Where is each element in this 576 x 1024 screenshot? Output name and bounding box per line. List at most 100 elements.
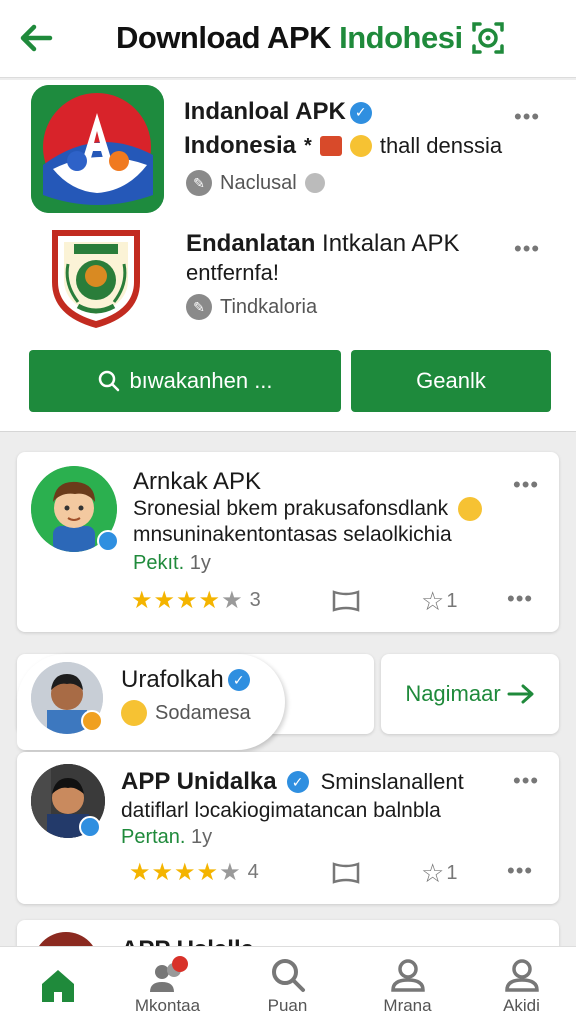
- gift-icon: [319, 136, 342, 156]
- verified-badge-icon: ✓: [227, 669, 250, 691]
- post-title-bold: APP Unidalka: [121, 768, 277, 795]
- pill-sub: Sodamesa: [121, 700, 251, 726]
- post-title: Arnkak APK: [133, 468, 262, 495]
- pencil-icon: ✎: [186, 294, 212, 320]
- settings-icon: [304, 173, 325, 193]
- search-button-label: bıwakanhen ...: [129, 368, 273, 393]
- pill-sub-text: Sodamesa: [155, 701, 251, 724]
- person-icon: [390, 959, 425, 992]
- post-time-ago: 1y: [191, 826, 213, 848]
- person-icon: [504, 959, 539, 992]
- pill-name-text: Urafolkah: [121, 666, 224, 693]
- badge-icon: [81, 710, 103, 732]
- pill-name: Urafolkah ✓: [121, 666, 250, 694]
- star-icon: ★: [198, 587, 221, 614]
- nav-mkontaa[interactable]: Mkontaa: [110, 947, 225, 1024]
- rating-count: 4: [247, 861, 259, 883]
- arrow-right-icon: [507, 684, 534, 704]
- star-outline-icon: ☆: [421, 586, 445, 616]
- app2-name-rest: Intkalan APK: [315, 230, 460, 257]
- navigate-label: Nagimaar: [405, 681, 501, 706]
- favorite-button[interactable]: ☆ 1: [421, 586, 457, 617]
- post-time-ago: 1y: [189, 552, 211, 574]
- globe-emoji-icon: [121, 700, 147, 726]
- home-icon: [41, 970, 74, 1002]
- featured-apps-panel: Indanloal APK ✓ Indonesia * thall denssia…: [0, 80, 576, 432]
- app-name-line2: Indonesia * thall denssia: [184, 132, 502, 160]
- star-icon: ★: [131, 587, 153, 614]
- nav-label: Mrana: [383, 996, 432, 1015]
- bookmark-icon[interactable]: [331, 588, 361, 614]
- star-half-icon: ★: [221, 587, 243, 614]
- rating-count: 3: [249, 589, 261, 611]
- app2-name-bold: Endanlatan: [186, 230, 316, 257]
- nav-mrana[interactable]: Mrana: [350, 947, 465, 1024]
- app-meta: ✎ Naclusal: [186, 170, 325, 196]
- bookmark-icon[interactable]: [331, 860, 361, 886]
- app2-name[interactable]: Endanlatan Intkalan APK: [186, 230, 459, 258]
- post-body-text: Sronesial bkem prakusafonsdlank: [133, 497, 449, 520]
- post-time: Pekıt. 1y: [133, 552, 211, 575]
- app2-meta: ✎ Tindkaloria: [186, 294, 317, 320]
- edit-badge-icon: [97, 530, 119, 552]
- rating-stars: ★ ★ ★ ★ ★ 3: [131, 586, 261, 615]
- post-card[interactable]: Arnkak APK Sronesial bkem prakusafonsdla…: [17, 452, 559, 632]
- more-options-icon[interactable]: •••: [507, 586, 533, 612]
- asterisk-glyph: *: [304, 134, 312, 157]
- favorite-button[interactable]: ☆ 1: [421, 858, 457, 889]
- emoji-icon: [458, 497, 483, 522]
- nav-home[interactable]: [0, 947, 115, 1024]
- nav-akidi[interactable]: Akidi: [464, 947, 576, 1024]
- people-icon: [149, 956, 188, 992]
- app-extra-text: thall denssia: [379, 133, 503, 158]
- verified-badge-icon: ✓: [286, 771, 309, 793]
- nav-label: Mkontaa: [134, 996, 201, 1015]
- more-options-icon[interactable]: •••: [513, 768, 539, 794]
- post-time: Pertan. 1y: [121, 826, 212, 849]
- favorite-count: 1: [446, 862, 458, 884]
- star-half-icon: ★: [219, 859, 241, 886]
- post-body-line1: datiflarl lɔcakiogimatancan balnbla: [121, 799, 441, 822]
- app-header: Download APK Indohesi: [0, 0, 576, 78]
- star-icon: ★: [196, 859, 219, 886]
- app-logo-icon[interactable]: [31, 85, 164, 213]
- more-options-icon[interactable]: •••: [514, 236, 540, 262]
- generate-button[interactable]: Geanlk: [351, 350, 551, 412]
- post-body-line1: Sronesial bkem prakusafonsdlank: [133, 494, 483, 523]
- favorite-count: 1: [446, 590, 458, 612]
- bottom-navigation: Mkontaa Puan Mrana Akidi: [0, 946, 576, 1024]
- more-options-icon[interactable]: •••: [514, 104, 540, 130]
- post-time-label: Pertan.: [121, 826, 186, 848]
- nav-puan[interactable]: Puan: [230, 947, 345, 1024]
- profile-pill[interactable]: Urafolkah ✓ Sodamesa: [17, 654, 285, 750]
- scan-icon[interactable]: [470, 20, 506, 56]
- search-icon: [271, 959, 305, 992]
- star-outline-icon: ☆: [421, 858, 445, 888]
- app-name-line2-text: Indonesia: [184, 132, 297, 159]
- app2-meta-text: Tindkaloria: [220, 295, 318, 318]
- edit-badge-icon: [79, 816, 101, 838]
- post-title: APP Unidalka ✓ Sminslanallent: [121, 768, 464, 796]
- smile-emoji-icon: [349, 135, 372, 157]
- app2-name-line2: entfernfa!: [186, 260, 279, 285]
- title-dark: Download APK: [116, 20, 340, 55]
- post-time-label: Pekıt.: [133, 552, 185, 574]
- emblem-icon[interactable]: [44, 224, 148, 332]
- nav-label: Akidi: [503, 996, 540, 1015]
- star-icon: ★: [153, 587, 176, 614]
- more-options-icon[interactable]: •••: [513, 472, 539, 498]
- post-card[interactable]: APP Unidalka ✓ Sminslanallent datiflarl l…: [17, 752, 559, 904]
- verified-badge-icon: ✓: [349, 101, 372, 124]
- more-options-icon[interactable]: •••: [507, 858, 533, 884]
- star-icon: ★: [174, 859, 196, 886]
- title-green: Indohesi: [339, 20, 463, 55]
- pencil-icon: ✎: [186, 170, 212, 196]
- post-title-rest: Sminslanallent: [320, 769, 464, 794]
- navigate-button[interactable]: Nagimaar: [381, 654, 559, 734]
- generate-button-label: Geanlk: [416, 368, 486, 393]
- star-icon: ★: [176, 587, 198, 614]
- app-name[interactable]: Indanloal APK ✓: [184, 98, 372, 126]
- post-body-line2: mnsuninakentontasas selaolkichia: [133, 523, 452, 546]
- search-button[interactable]: bıwakanhen ...: [29, 350, 341, 412]
- back-arrow-icon[interactable]: [16, 18, 56, 58]
